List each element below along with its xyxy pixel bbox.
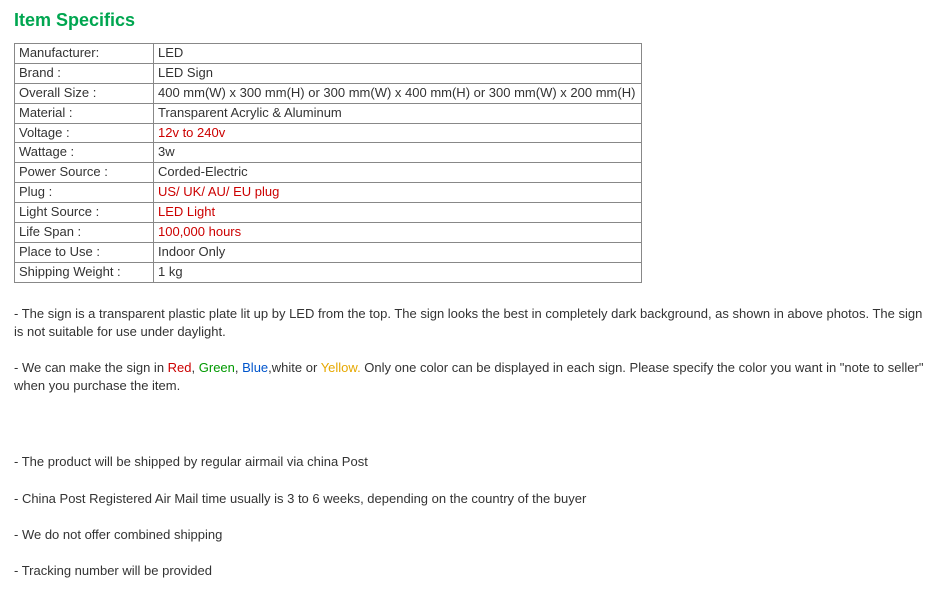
table-row: Brand :LED Sign <box>15 63 642 83</box>
desc-para-2: - We can make the sign in Red, Green, Bl… <box>14 359 928 395</box>
spec-value: LED Light <box>154 203 642 223</box>
color-option-red: Red <box>168 360 192 375</box>
spec-label: Brand : <box>15 63 154 83</box>
spec-label: Place to Use : <box>15 242 154 262</box>
table-row: Manufacturer:LED <box>15 44 642 64</box>
ship-para-1: - The product will be shipped by regular… <box>14 453 928 471</box>
spec-label: Light Source : <box>15 203 154 223</box>
spec-label: Overall Size : <box>15 83 154 103</box>
spec-value: LED Sign <box>154 63 642 83</box>
table-row: Voltage :12v to 240v <box>15 123 642 143</box>
p2-mid: ,white or <box>268 360 321 375</box>
table-row: Shipping Weight :1 kg <box>15 262 642 282</box>
color-option-blue: Blue <box>242 360 268 375</box>
ship-para-2: - China Post Registered Air Mail time us… <box>14 490 928 508</box>
table-row: Plug :US/ UK/ AU/ EU plug <box>15 183 642 203</box>
spec-label: Plug : <box>15 183 154 203</box>
spec-value: 400 mm(W) x 300 mm(H) or 300 mm(W) x 400… <box>154 83 642 103</box>
color-option-green: Green <box>199 360 235 375</box>
table-row: Life Span :100,000 hours <box>15 223 642 243</box>
spec-value: Corded-Electric <box>154 163 642 183</box>
ship-para-3: - We do not offer combined shipping <box>14 526 928 544</box>
spec-value: Transparent Acrylic & Aluminum <box>154 103 642 123</box>
spec-label: Material : <box>15 103 154 123</box>
specs-table: Manufacturer:LEDBrand :LED SignOverall S… <box>14 43 642 283</box>
spec-label: Voltage : <box>15 123 154 143</box>
table-row: Light Source :LED Light <box>15 203 642 223</box>
section-heading: Item Specifics <box>14 10 928 31</box>
spec-value: LED <box>154 44 642 64</box>
color-option-yellow: Yellow. <box>321 360 361 375</box>
table-row: Material :Transparent Acrylic & Aluminum <box>15 103 642 123</box>
spec-label: Manufacturer: <box>15 44 154 64</box>
spec-value: 3w <box>154 143 642 163</box>
table-row: Wattage :3w <box>15 143 642 163</box>
p2-prefix: - We can make the sign in <box>14 360 168 375</box>
spec-value: 12v to 240v <box>154 123 642 143</box>
table-row: Overall Size :400 mm(W) x 300 mm(H) or 3… <box>15 83 642 103</box>
ship-para-4: - Tracking number will be provided <box>14 562 928 580</box>
desc-para-1: - The sign is a transparent plastic plat… <box>14 305 928 341</box>
spec-value: US/ UK/ AU/ EU plug <box>154 183 642 203</box>
spec-value: 100,000 hours <box>154 223 642 243</box>
spec-label: Power Source : <box>15 163 154 183</box>
table-row: Place to Use :Indoor Only <box>15 242 642 262</box>
spec-label: Wattage : <box>15 143 154 163</box>
sep: , <box>192 360 199 375</box>
spec-value: 1 kg <box>154 262 642 282</box>
spec-label: Shipping Weight : <box>15 262 154 282</box>
spec-label: Life Span : <box>15 223 154 243</box>
spec-value: Indoor Only <box>154 242 642 262</box>
table-row: Power Source :Corded-Electric <box>15 163 642 183</box>
